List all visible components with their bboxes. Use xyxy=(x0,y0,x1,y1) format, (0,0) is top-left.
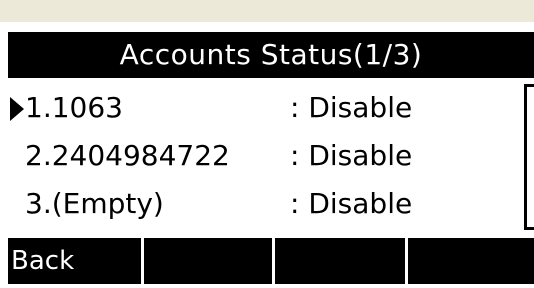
account-status: : Disable xyxy=(290,139,413,172)
selection-arrow-icon xyxy=(10,97,24,121)
accounts-list: 1.1063 : Disable 2.2404984722 : Disable … xyxy=(8,84,534,230)
account-row-3[interactable]: 3.(Empty) : Disable xyxy=(8,180,534,228)
account-name: 1.1063 xyxy=(25,91,123,124)
account-status: : Disable xyxy=(290,187,413,220)
softkey-4[interactable] xyxy=(408,238,534,284)
softkey-3[interactable] xyxy=(275,238,405,284)
account-row-1[interactable]: 1.1063 : Disable xyxy=(8,84,534,132)
phone-lcd-screen: Accounts Status(1/3) 1.1063 : Disable 2.… xyxy=(8,32,534,284)
scrollbar-thumb[interactable] xyxy=(527,84,534,230)
window-border xyxy=(0,0,534,22)
account-name: 3.(Empty) xyxy=(25,187,164,220)
phone-window: Accounts Status(1/3) 1.1063 : Disable 2.… xyxy=(0,0,534,288)
softkey-2[interactable] xyxy=(144,238,272,284)
account-row-2[interactable]: 2.2404984722 : Disable xyxy=(8,132,534,180)
scrollbar[interactable] xyxy=(524,84,534,230)
softkey-back[interactable]: Back xyxy=(8,238,141,284)
account-status: : Disable xyxy=(290,91,413,124)
account-name: 2.2404984722 xyxy=(25,139,230,172)
screen-title: Accounts Status(1/3) xyxy=(8,32,534,78)
softkey-bar: Back xyxy=(8,238,534,284)
